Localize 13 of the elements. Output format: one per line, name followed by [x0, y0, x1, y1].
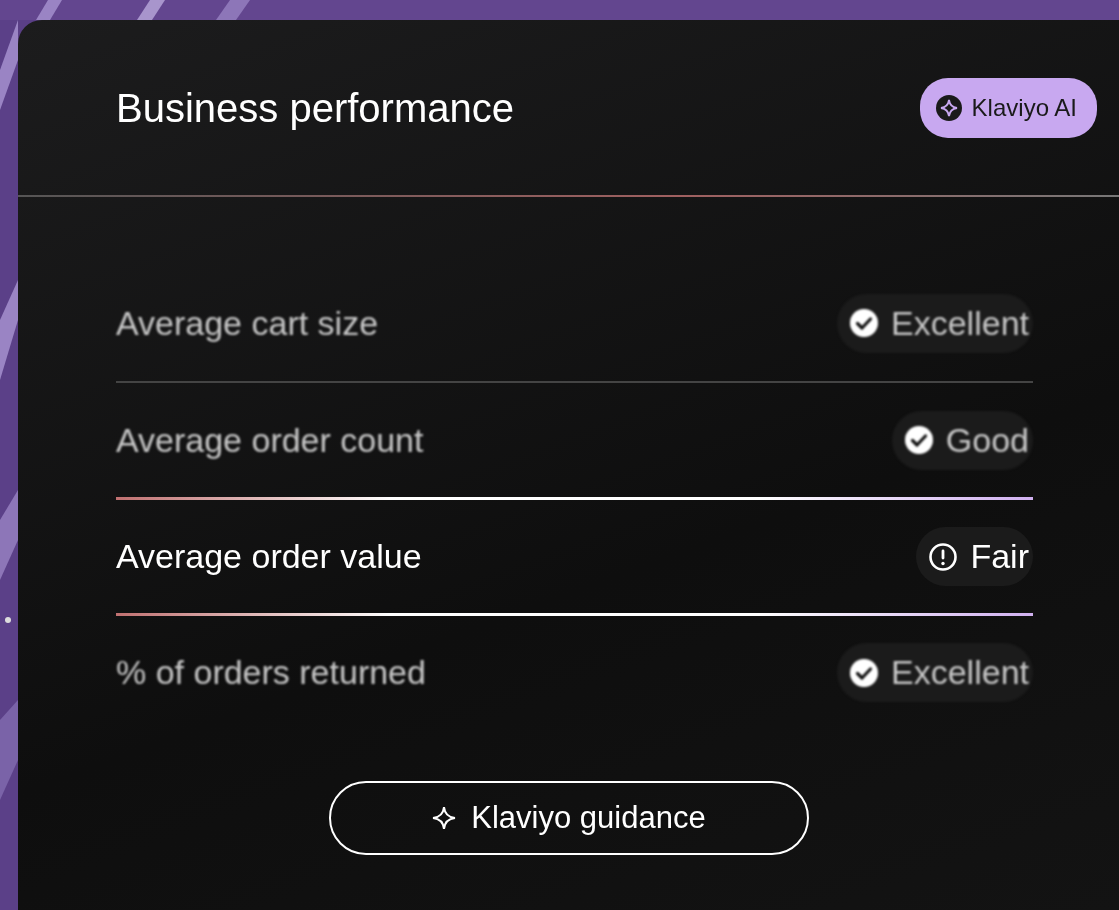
metric-label: Average order value [116, 536, 422, 577]
status-tag: Good [891, 410, 1033, 470]
metric-label: % of orders returned [116, 652, 426, 693]
card-title: Business performance [116, 84, 514, 132]
status-tag: Excellent [837, 643, 1033, 702]
sparkle-icon [431, 805, 458, 831]
sparkle-icon [935, 94, 962, 121]
ai-badge: Klaviyo AI [919, 77, 1097, 138]
guidance-button[interactable]: Klaviyo guidance [328, 781, 809, 855]
metric-label: Average cart size [116, 302, 379, 344]
metric-label: Average order count [116, 419, 424, 461]
status-tag: Fair [916, 527, 1033, 586]
status-tag: Excellent [837, 293, 1033, 353]
